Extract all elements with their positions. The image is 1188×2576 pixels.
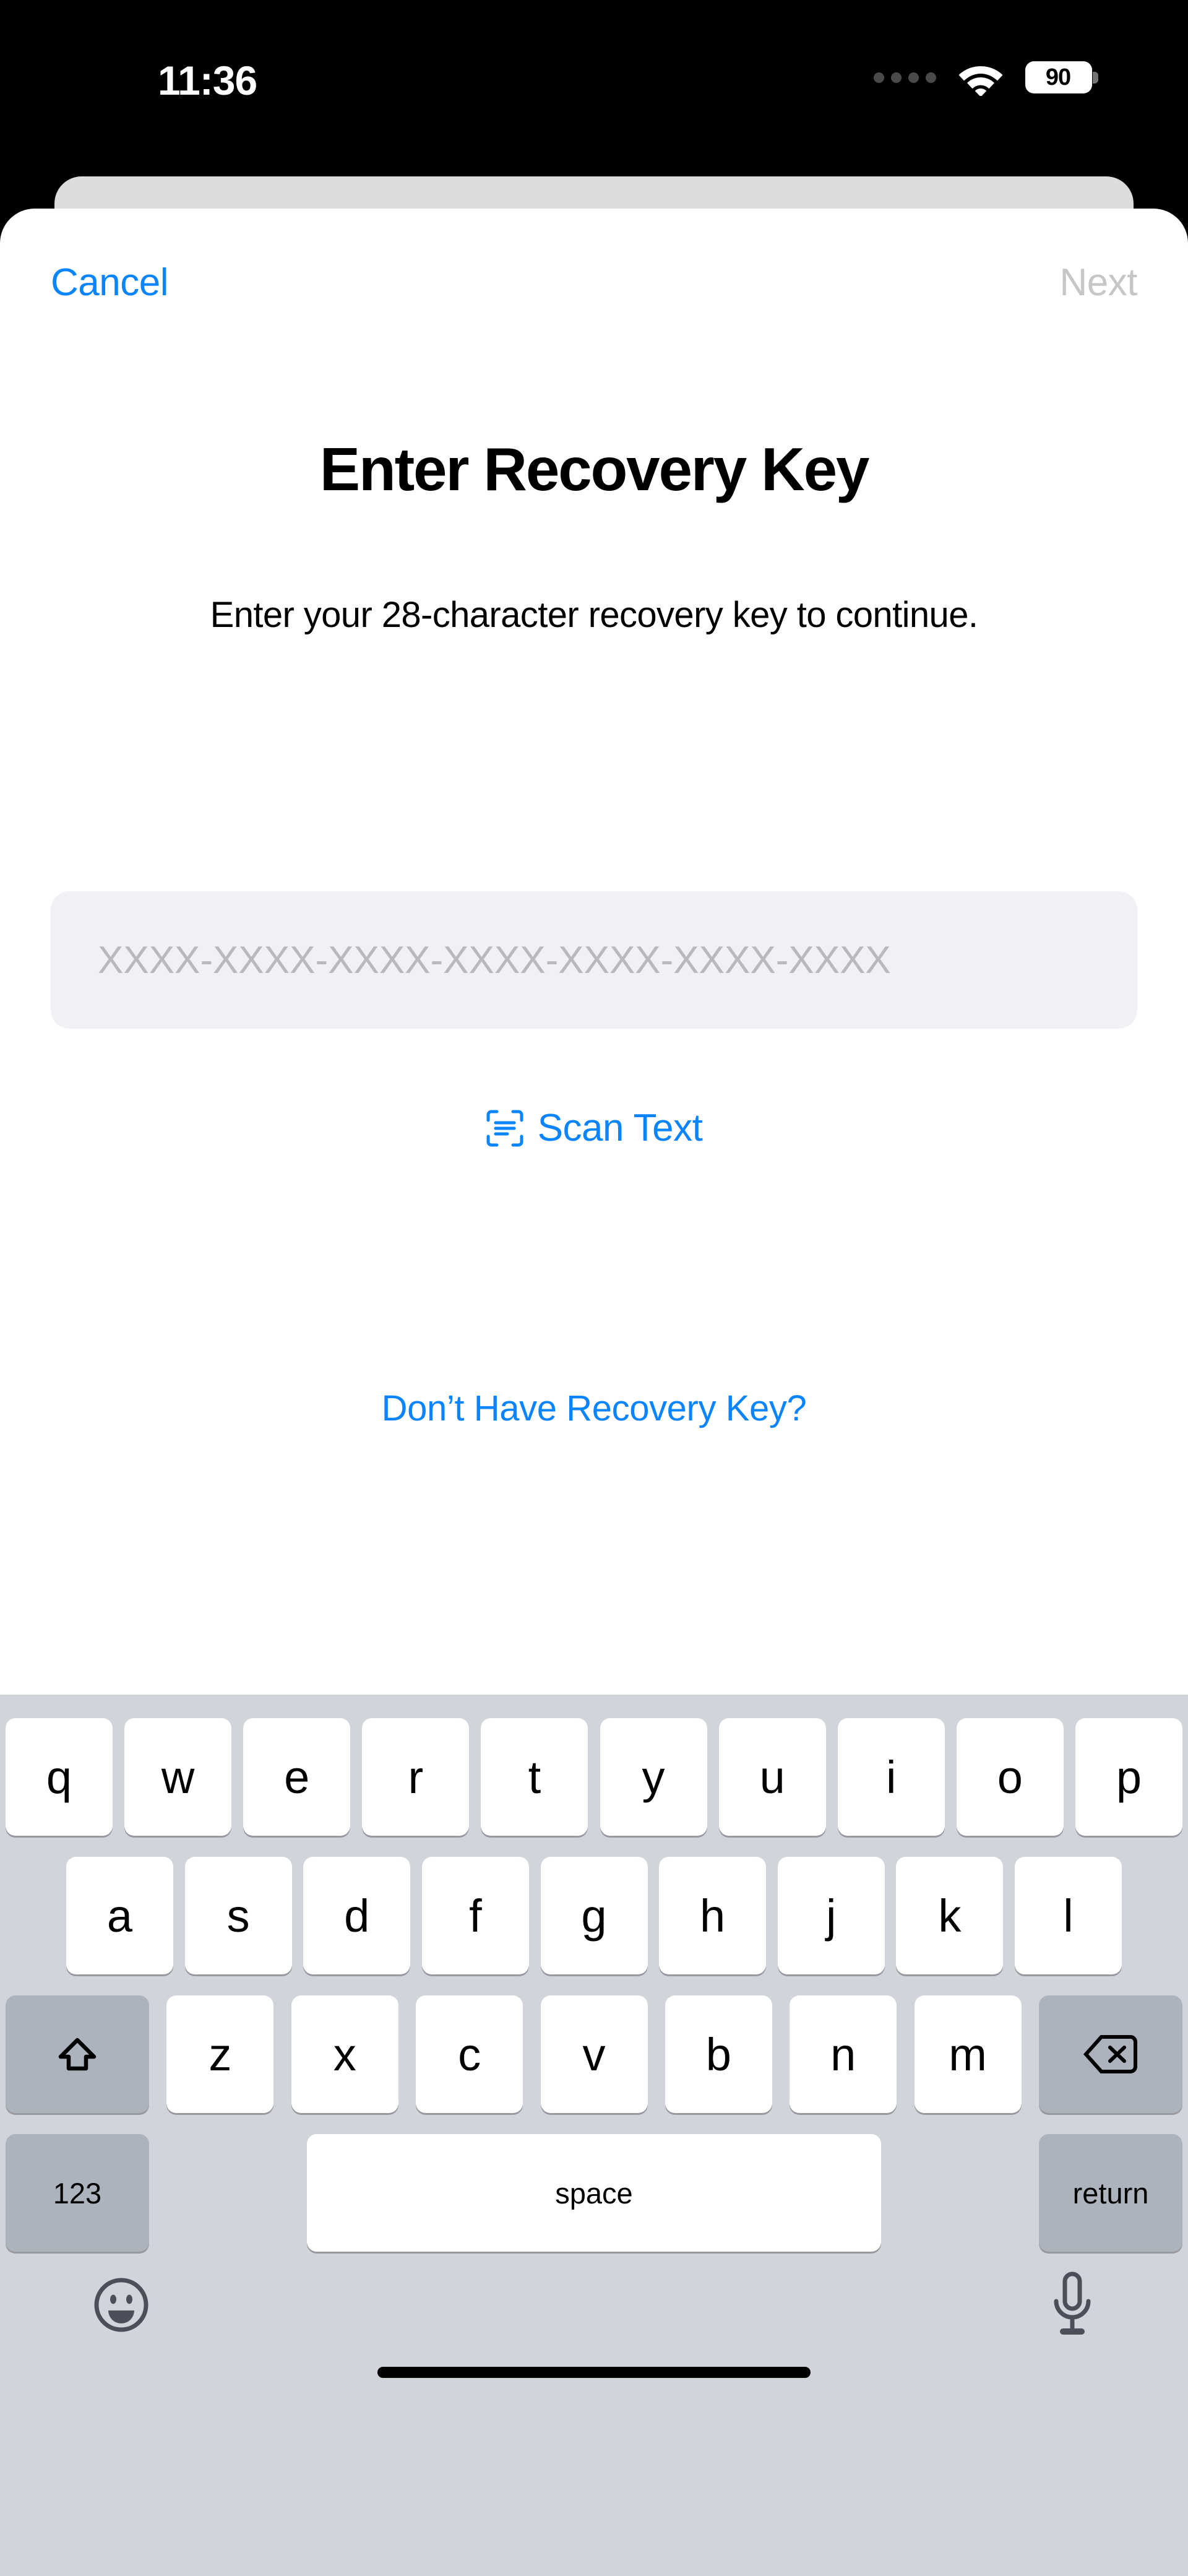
next-button[interactable]: Next [1060,261,1138,305]
key-r[interactable]: r [362,1718,470,1836]
key-z[interactable]: z [166,1995,274,2113]
key-i[interactable]: i [837,1718,945,1836]
sheet-nav-bar: Cancel Next [0,261,1188,335]
status-bar-clock: 11:36 [158,58,257,103]
iphone-screen: 11:36 90 Cancel Next Enter Recovery Key … [0,0,1188,2576]
home-indicator[interactable] [377,2367,811,2378]
emoji-smiley-icon [94,2278,148,2332]
shift-arrow-icon [58,2038,97,2071]
key-c[interactable]: c [416,1995,523,2113]
emoji-key[interactable] [93,2276,150,2336]
onscreen-keyboard: q w e r t y u i o p a s d f g h j k l z … [0,1695,1188,2576]
key-k[interactable]: k [896,1857,1004,1974]
key-y[interactable]: y [600,1718,707,1836]
battery-icon: 90 [1025,61,1098,93]
microphone-icon [1054,2271,1091,2335]
dictation-key[interactable] [1049,2270,1095,2341]
scan-text-icon [486,1110,523,1146]
status-bar: 11:36 90 [0,0,1188,176]
no-recovery-key-link[interactable]: Don’t Have Recovery Key? [0,1388,1188,1429]
key-a[interactable]: a [66,1857,173,1974]
key-n[interactable]: n [790,1995,897,2113]
cellular-dot [874,72,884,83]
keyboard-row-2: a s d f g h j k l [0,1857,1188,1974]
key-b[interactable]: b [665,1995,772,2113]
backspace-key[interactable] [1039,1995,1182,2113]
return-key[interactable]: return [1039,2134,1182,2252]
key-x[interactable]: x [291,1995,398,2113]
key-e[interactable]: e [243,1718,351,1836]
page-title: Enter Recovery Key [319,435,870,503]
key-t[interactable]: t [481,1718,588,1836]
keyboard-bottom-bar [0,2270,1188,2400]
cellular-dot [908,72,919,83]
battery-nub [1093,72,1098,84]
shift-key[interactable] [6,1995,149,2113]
key-u[interactable]: u [718,1718,826,1836]
status-bar-indicators: 90 [874,59,1098,96]
keyboard-row-3: z x c v b n m [0,1995,1188,2113]
recovery-key-field[interactable] [51,891,1137,1029]
keyboard-row-1: q w e r t y u i o p [0,1718,1188,1836]
numbers-key[interactable]: 123 [6,2134,149,2252]
key-d[interactable]: d [303,1857,411,1974]
key-h[interactable]: h [659,1857,767,1974]
key-v[interactable]: v [540,1995,648,2113]
key-s[interactable]: s [184,1857,292,1974]
key-w[interactable]: w [124,1718,232,1836]
scan-text-label: Scan Text [537,1107,703,1149]
key-o[interactable]: o [956,1718,1064,1836]
wifi-icon [958,66,1003,96]
key-g[interactable]: g [540,1857,648,1974]
scan-text-button[interactable]: Scan Text [0,1106,1188,1150]
key-m[interactable]: m [914,1995,1022,2113]
page-subtitle: Enter your 28-character recovery key to … [210,595,978,635]
key-l[interactable]: l [1015,1857,1122,1974]
recovery-key-input[interactable] [51,891,1137,1029]
cancel-button[interactable]: Cancel [51,261,169,305]
cellular-dot [926,72,936,83]
key-p[interactable]: p [1075,1718,1182,1836]
battery-percent-label: 90 [1045,64,1071,90]
space-key[interactable]: space [307,2134,881,2252]
recovery-key-sheet: Cancel Next Enter Recovery Key Enter you… [0,209,1188,1695]
key-f[interactable]: f [421,1857,529,1974]
keyboard-row-4: 123 space return [0,2134,1188,2252]
cellular-dot [891,72,902,83]
cellular-dots-icon [874,72,936,83]
backspace-delete-icon [1083,2035,1137,2073]
key-q[interactable]: q [6,1718,113,1836]
key-j[interactable]: j [777,1857,885,1974]
